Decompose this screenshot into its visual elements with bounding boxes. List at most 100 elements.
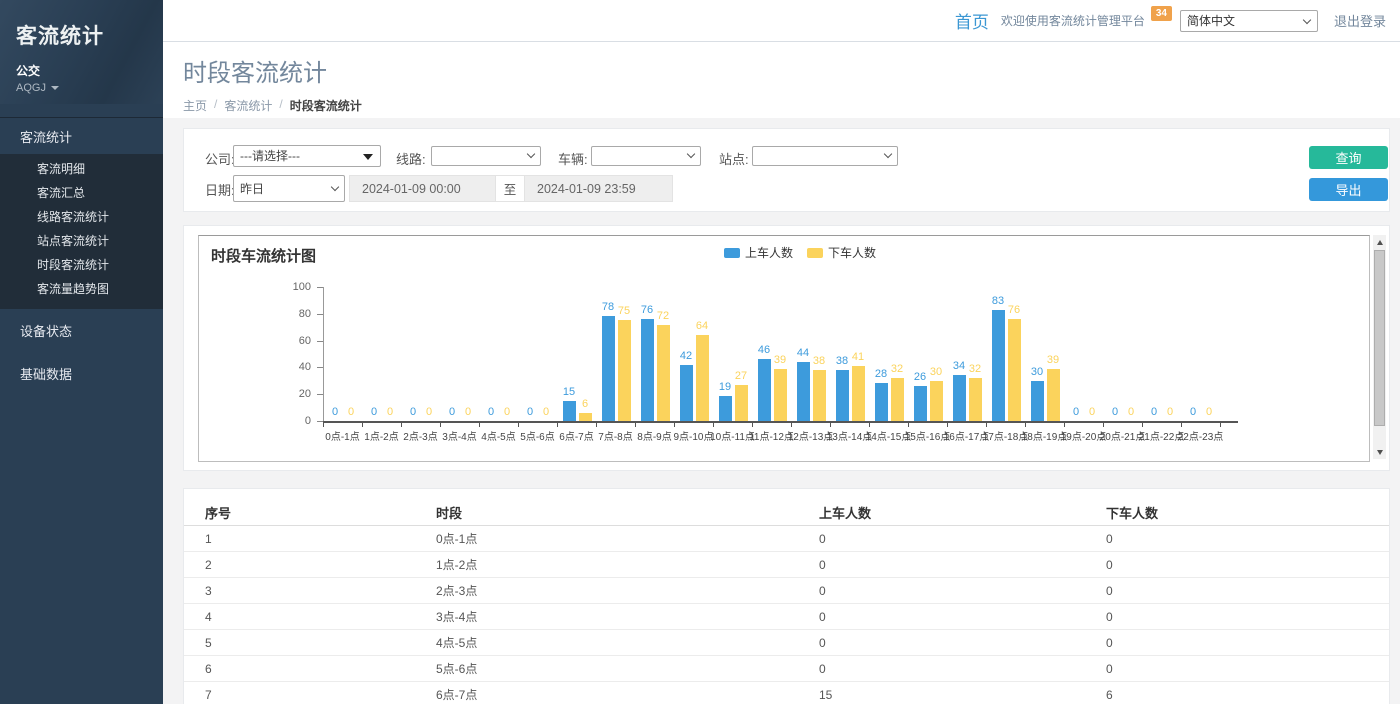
filter-panel: 公司: ---请选择--- 线路: 车辆: 站点: 日期: 昨日 2024-01… <box>183 128 1390 212</box>
scrollbar-thumb[interactable] <box>1374 250 1385 426</box>
table-cell: 4点-5点 <box>415 634 798 651</box>
query-button[interactable]: 查询 <box>1309 146 1388 169</box>
language-select-wrap: 简体中文 <box>1180 10 1318 32</box>
table-cell: 0 <box>798 532 1085 546</box>
sidebar-subitem-1[interactable]: 客流明细 <box>0 157 163 181</box>
bar-上车人数-11点-12点 <box>758 359 771 421</box>
vehicle-select-wrap <box>591 146 701 166</box>
chart-legend: 上车人数下车人数 <box>724 244 876 261</box>
sidebar-subitem-5[interactable]: 时段客流统计 <box>0 253 163 277</box>
table-row: 10点-1点00 <box>184 526 1389 552</box>
chart-scrollbar[interactable] <box>1373 235 1386 459</box>
org-code-dropdown[interactable]: AQGJ <box>16 82 163 94</box>
table-cell: 3点-4点 <box>415 608 798 625</box>
sidebar-subitem-6[interactable]: 客流量趋势图 <box>0 277 163 301</box>
y-axis-tick-label: 100 <box>279 281 311 293</box>
table-cell: 0点-1点 <box>415 530 798 547</box>
sidebar-subitem-4[interactable]: 站点客流统计 <box>0 229 163 253</box>
line-label: 线路: <box>396 149 426 168</box>
bar-上车人数-18点-19点 <box>1031 381 1044 421</box>
bar-上车人数-16点-17点 <box>953 375 966 421</box>
bar-上车人数-9点-10点 <box>680 365 693 421</box>
table-cell: 7 <box>184 688 415 702</box>
bar-下车人数-12点-13点 <box>813 370 826 421</box>
bar-上车人数-17点-18点 <box>992 310 1005 421</box>
app-brand: 客流统计 <box>16 20 163 50</box>
date-preset-wrap: 昨日 <box>233 175 345 202</box>
vehicle-label: 车辆: <box>558 149 588 168</box>
table-cell: 0 <box>1085 532 1389 546</box>
notification-badge[interactable]: 34 <box>1151 6 1172 21</box>
company-select[interactable]: ---请选择--- <box>233 145 381 167</box>
table-cell: 5点-6点 <box>415 660 798 677</box>
org-name: 公交 <box>16 62 163 79</box>
bar-上车人数-13点-14点 <box>836 370 849 421</box>
bar-下车人数-10点-11点 <box>735 385 748 421</box>
sidebar: 客流统计 公交 AQGJ 客流统计 客流明细客流汇总线路客流统计站点客流统计时段… <box>0 0 163 704</box>
breadcrumb: 主页/客流统计/时段客流统计 <box>183 97 1400 114</box>
welcome-text: 欢迎使用客流统计管理平台 <box>1001 12 1145 29</box>
company-label: 公司: <box>205 149 235 168</box>
bar-value-label: 72 <box>648 310 678 322</box>
bar-value-label: 0 <box>1194 406 1224 418</box>
scrollbar-down-arrow[interactable] <box>1373 445 1386 459</box>
bar-value-label: 41 <box>843 351 873 363</box>
table-cell: 0 <box>798 558 1085 572</box>
scrollbar-up-arrow[interactable] <box>1373 235 1386 249</box>
table-cell: 5 <box>184 636 415 650</box>
language-select[interactable]: 简体中文 <box>1180 10 1318 32</box>
table-cell: 2 <box>184 558 415 572</box>
sidebar-item-other-2[interactable]: 基础数据 <box>0 352 163 395</box>
bar-下车人数-14点-15点 <box>891 378 904 421</box>
table-cell: 4 <box>184 610 415 624</box>
table-cell: 15 <box>798 688 1085 702</box>
sidebar-menu: 客流统计 客流明细客流汇总线路客流统计站点客流统计时段客流统计客流量趋势图 设备… <box>0 117 163 395</box>
sidebar-item-other-1[interactable]: 设备状态 <box>0 309 163 352</box>
breadcrumb-item-1[interactable]: 主页 <box>183 97 207 114</box>
sidebar-item-passenger-stats[interactable]: 客流统计 <box>0 118 163 154</box>
table-row: 32点-3点00 <box>184 578 1389 604</box>
y-axis-tick-label: 40 <box>279 361 311 373</box>
table-row: 76点-7点156 <box>184 682 1389 704</box>
bar-value-label: 6 <box>570 398 600 410</box>
company-select-wrap: ---请选择--- <box>233 145 381 167</box>
bar-下车人数-15点-16点 <box>930 381 943 421</box>
vehicle-select[interactable] <box>591 146 701 166</box>
top-navbar: 首页 欢迎使用客流统计管理平台 34 简体中文 退出登录 <box>163 0 1400 42</box>
legend-item-1[interactable]: 上车人数 <box>724 244 793 261</box>
date-to-separator: 至 <box>496 175 524 202</box>
table-cell: 0 <box>798 636 1085 650</box>
table-cell: 0 <box>1085 662 1389 676</box>
logout-link[interactable]: 退出登录 <box>1334 11 1386 30</box>
bar-上车人数-15点-16点 <box>914 386 927 421</box>
table-header-cell-1: 序号 <box>184 503 415 522</box>
legend-label: 上车人数 <box>745 244 793 261</box>
table-header-cell-2: 时段 <box>415 503 798 522</box>
date-to-input[interactable]: 2024-01-09 23:59 <box>524 175 673 202</box>
bar-下车人数-9点-10点 <box>696 335 709 421</box>
date-from-input[interactable]: 2024-01-09 00:00 <box>349 175 496 202</box>
station-select[interactable] <box>752 146 898 166</box>
sidebar-submenu: 客流明细客流汇总线路客流统计站点客流统计时段客流统计客流量趋势图 <box>0 154 163 309</box>
table-header-cell-4: 下车人数 <box>1085 503 1389 522</box>
bar-上车人数-7点-8点 <box>602 316 615 421</box>
chart-title: 时段车流统计图 <box>211 245 316 266</box>
bar-上车人数-8点-9点 <box>641 319 654 421</box>
table-cell: 0 <box>1085 558 1389 572</box>
line-select[interactable] <box>431 146 541 166</box>
date-preset-select[interactable]: 昨日 <box>233 175 345 202</box>
page-header: 时段客流统计 主页/客流统计/时段客流统计 <box>163 42 1400 118</box>
breadcrumb-item-2[interactable]: 客流统计 <box>224 97 272 114</box>
bar-下车人数-6点-7点 <box>579 413 592 421</box>
sidebar-subitem-3[interactable]: 线路客流统计 <box>0 205 163 229</box>
bar-下车人数-11点-12点 <box>774 369 787 421</box>
bar-上车人数-14点-15点 <box>875 383 888 421</box>
sidebar-subitem-2[interactable]: 客流汇总 <box>0 181 163 205</box>
legend-item-2[interactable]: 下车人数 <box>807 244 876 261</box>
bar-value-label: 0 <box>531 406 561 418</box>
export-button[interactable]: 导出 <box>1309 178 1388 201</box>
station-select-wrap <box>752 146 898 166</box>
data-table-panel: 序号时段上车人数下车人数 10点-1点0021点-2点0032点-3点0043点… <box>183 488 1390 704</box>
x-axis-tick-label: 22点-23点 <box>1169 428 1233 443</box>
home-link[interactable]: 首页 <box>955 8 989 33</box>
